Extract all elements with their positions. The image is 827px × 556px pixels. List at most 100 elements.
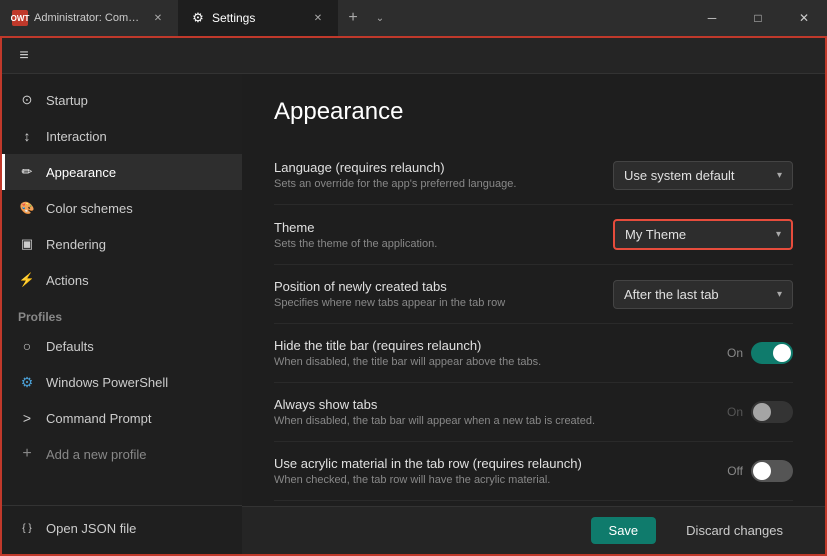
sidebar-item-powershell-label: Windows PowerShell	[46, 375, 168, 390]
theme-setting: Theme Sets the theme of the application.…	[274, 205, 793, 265]
sidebar-item-addprofile[interactable]: Add a new profile	[2, 436, 242, 472]
language-control: Use system default ▾	[613, 161, 793, 190]
language-dropdown[interactable]: Use system default ▾	[613, 161, 793, 190]
title-bar-desc: When disabled, the title bar will appear…	[274, 356, 707, 368]
tab-position-value: After the last tab	[624, 287, 719, 302]
acrylic-label: Use acrylic material in the tab row (req…	[274, 456, 707, 471]
sidebar-item-defaults-label: Defaults	[46, 339, 94, 354]
acrylic-info: Use acrylic material in the tab row (req…	[274, 456, 707, 486]
acrylic-toggle[interactable]	[751, 460, 793, 482]
sidebar-item-colorschemes-label: Color schemes	[46, 201, 133, 216]
always-show-tabs-toggle-thumb	[753, 403, 771, 421]
tab-dropdown-button[interactable]: ⌄	[368, 0, 392, 36]
theme-value: My Theme	[625, 227, 686, 242]
acrylic-toggle-thumb	[753, 462, 771, 480]
close-button[interactable]: ✕	[781, 0, 827, 36]
appearance-icon: ✏	[18, 163, 36, 181]
save-button[interactable]: Save	[591, 517, 657, 544]
tab-cmd[interactable]: OWT Administrator: Command Prom... ✕	[0, 0, 178, 36]
theme-desc: Sets the theme of the application.	[274, 238, 593, 250]
tab-settings-close[interactable]: ✕	[310, 10, 326, 26]
title-bar-toggle-thumb	[773, 344, 791, 362]
sidebar-bottom: Open JSON file	[2, 505, 242, 546]
sidebar-item-cmdprompt[interactable]: Command Prompt	[2, 400, 242, 436]
language-desc: Sets an override for the app's preferred…	[274, 178, 593, 190]
always-show-tabs-control: On	[727, 401, 793, 423]
title-bar-toggle[interactable]	[751, 342, 793, 364]
tab-position-info: Position of newly created tabs Specifies…	[274, 279, 593, 309]
bottom-bar: Save Discard changes	[242, 506, 825, 554]
sidebar-item-defaults[interactable]: Defaults	[2, 328, 242, 364]
minimize-button[interactable]: ─	[689, 0, 735, 36]
profiles-section-label: Profiles	[2, 298, 242, 328]
acrylic-toggle-label: Off	[727, 464, 743, 478]
acrylic-toggle-container: Off	[727, 460, 793, 482]
open-json-button[interactable]: Open JSON file	[2, 510, 242, 546]
acrylic-setting: Use acrylic material in the tab row (req…	[274, 442, 793, 501]
language-info: Language (requires relaunch) Sets an ove…	[274, 160, 593, 190]
always-show-tabs-info: Always show tabs When disabled, the tab …	[274, 397, 707, 427]
always-show-tabs-label: Always show tabs	[274, 397, 707, 412]
tab-position-control: After the last tab ▾	[613, 280, 793, 309]
actions-icon	[18, 271, 36, 289]
tab-settings-label: Settings	[212, 11, 255, 25]
sidebar-item-startup-label: Startup	[46, 93, 88, 108]
title-bar-control: On	[727, 342, 793, 364]
rendering-icon	[18, 235, 36, 253]
sidebar-item-actions[interactable]: Actions	[2, 262, 242, 298]
sidebar-item-interaction-label: Interaction	[46, 129, 107, 144]
language-label: Language (requires relaunch)	[274, 160, 593, 175]
theme-dropdown[interactable]: My Theme ▾	[613, 219, 793, 250]
toolbar: ≡	[2, 38, 825, 74]
always-show-tabs-desc: When disabled, the tab bar will appear w…	[274, 415, 707, 427]
new-tab-button[interactable]: +	[338, 0, 368, 36]
sidebar-item-addprofile-label: Add a new profile	[46, 447, 146, 462]
title-bar-setting: Hide the title bar (requires relaunch) W…	[274, 324, 793, 383]
sidebar-item-startup[interactable]: Startup	[2, 82, 242, 118]
theme-info: Theme Sets the theme of the application.	[274, 220, 593, 250]
language-value: Use system default	[624, 168, 735, 183]
always-show-tabs-setting: Always show tabs When disabled, the tab …	[274, 383, 793, 442]
interaction-icon	[18, 127, 36, 145]
language-setting: Language (requires relaunch) Sets an ove…	[274, 146, 793, 205]
settings-icon: ⚙	[190, 10, 206, 26]
tab-position-setting: Position of newly created tabs Specifies…	[274, 265, 793, 324]
startup-icon	[18, 91, 36, 109]
tab-position-dropdown[interactable]: After the last tab ▾	[613, 280, 793, 309]
tab-bar: OWT Administrator: Command Prom... ✕ ⚙ S…	[0, 0, 689, 36]
json-icon	[18, 519, 36, 537]
content-area: Appearance Language (requires relaunch) …	[242, 74, 825, 506]
sidebar-item-appearance[interactable]: ✏ Appearance	[2, 154, 242, 190]
tab-position-label: Position of newly created tabs	[274, 279, 593, 294]
hamburger-icon: ≡	[19, 47, 28, 65]
tab-cmd-label: Administrator: Command Prom...	[34, 12, 144, 24]
sidebar-item-interaction[interactable]: Interaction	[2, 118, 242, 154]
page-title: Appearance	[274, 98, 793, 126]
sidebar-item-rendering[interactable]: Rendering	[2, 226, 242, 262]
sidebar-item-rendering-label: Rendering	[46, 237, 106, 252]
title-bar-toggle-container: On	[727, 342, 793, 364]
title-bar-toggle-label: On	[727, 346, 743, 360]
app-container: ≡ Startup Interaction ✏ Appearance Color…	[0, 36, 827, 556]
sidebar: Startup Interaction ✏ Appearance Color s…	[2, 74, 242, 554]
acrylic-desc: When checked, the tab row will have the …	[274, 474, 707, 486]
colorschemes-icon	[18, 199, 36, 217]
theme-dropdown-arrow: ▾	[776, 229, 781, 240]
defaults-icon	[18, 337, 36, 355]
sidebar-item-cmdprompt-label: Command Prompt	[46, 411, 151, 426]
title-bar-info: Hide the title bar (requires relaunch) W…	[274, 338, 707, 368]
sidebar-item-colorschemes[interactable]: Color schemes	[2, 190, 242, 226]
tab-cmd-close[interactable]: ✕	[150, 10, 166, 26]
main-layout: Startup Interaction ✏ Appearance Color s…	[2, 74, 825, 554]
tab-settings[interactable]: ⚙ Settings ✕	[178, 0, 338, 36]
sidebar-item-powershell[interactable]: Windows PowerShell	[2, 364, 242, 400]
window-controls: ─ □ ✕	[689, 0, 827, 36]
theme-label: Theme	[274, 220, 593, 235]
discard-button[interactable]: Discard changes	[668, 517, 801, 544]
always-show-tabs-toggle-container: On	[727, 401, 793, 423]
maximize-button[interactable]: □	[735, 0, 781, 36]
add-profile-icon	[18, 445, 36, 463]
menu-button[interactable]: ≡	[10, 42, 38, 70]
always-show-tabs-toggle[interactable]	[751, 401, 793, 423]
open-json-label: Open JSON file	[46, 521, 136, 536]
